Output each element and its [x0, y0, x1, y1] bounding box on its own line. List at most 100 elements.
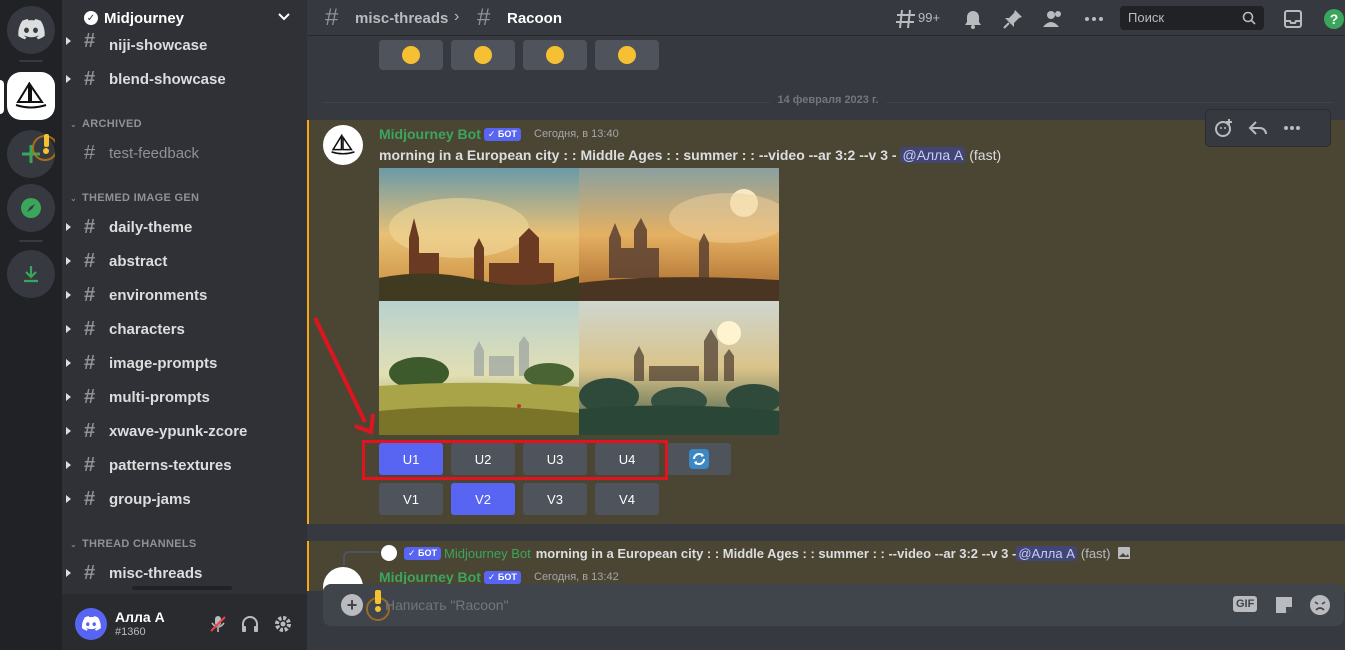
generated-image-4[interactable] [579, 301, 779, 435]
channel-patterns-textures[interactable]: # patterns-textures [62, 450, 307, 480]
reply-icon[interactable] [1248, 118, 1268, 138]
category-thread-channels[interactable]: ⌄ THREAD CHANNELS [70, 538, 197, 550]
variation-button-v3[interactable]: V3 [523, 483, 587, 515]
channel-image-prompts[interactable]: # image-prompts [62, 348, 307, 378]
channel-sidebar: ✓ Midjourney # niji-showcase # blend-sho… [62, 0, 307, 650]
user-mention[interactable]: @Алла А [900, 147, 966, 163]
message-input-placeholder[interactable]: Написать "Racoon" [385, 597, 509, 613]
download-apps-button[interactable] [7, 250, 55, 298]
heart-eyes-face-icon [618, 46, 636, 64]
pin-icon[interactable] [1002, 8, 1024, 30]
channel-label: environments [109, 287, 208, 304]
message-composer[interactable]: + Написать "Racoon" GIF [323, 584, 1344, 626]
thread-bullet-icon [66, 393, 71, 401]
hash-icon: # [84, 284, 96, 306]
channel-group-jams[interactable]: # group-jams [62, 484, 307, 514]
plus-icon [22, 134, 55, 163]
variation-button-v4[interactable]: V4 [595, 483, 659, 515]
generated-image-1[interactable] [379, 168, 579, 301]
user-mention[interactable]: @Алла А [1016, 545, 1077, 561]
channel-characters[interactable]: # characters [62, 314, 307, 344]
sticker-icon[interactable] [1273, 594, 1295, 616]
reply-preview[interactable]: ✓ БОТ Midjourney Bot morning in a Europe… [381, 545, 1131, 561]
reaction-button[interactable] [595, 40, 659, 70]
gear-icon[interactable] [273, 614, 293, 634]
threads-icon[interactable] [895, 8, 917, 30]
thread-bullet-icon [66, 291, 71, 299]
channel-label: blend-showcase [109, 71, 226, 88]
emoji-icon[interactable] [1309, 594, 1331, 616]
attach-plus-button[interactable]: + [341, 594, 363, 616]
reaction-button[interactable] [379, 40, 443, 70]
channel-abstract[interactable]: # abstract [62, 246, 307, 276]
generated-image-3[interactable] [379, 301, 579, 435]
channel-test-feedback[interactable]: # test-feedback [62, 138, 307, 168]
annotation-arrow-icon [313, 317, 375, 435]
hash-icon: # [84, 142, 96, 164]
image-grid[interactable] [379, 168, 779, 435]
verified-icon: ✓ [84, 11, 98, 25]
category-label: THREAD CHANNELS [82, 538, 197, 550]
headphones-icon[interactable] [240, 614, 260, 634]
variation-button-v2[interactable]: V2 [451, 483, 515, 515]
avatar[interactable] [75, 608, 107, 640]
search-placeholder: Поиск [1128, 10, 1165, 25]
channel-label: group-jams [109, 491, 191, 508]
bot-message: Midjourney Bot ✓ БОТ Сегодня, в 13:40 mor… [307, 110, 1345, 524]
avatar[interactable] [323, 125, 363, 165]
reroll-button[interactable] [667, 443, 731, 475]
channel-misc-threads[interactable]: # misc-threads [62, 558, 307, 588]
channel-label: image-prompts [109, 355, 218, 372]
help-icon[interactable]: ? [1323, 8, 1345, 30]
inbox-icon[interactable] [1282, 8, 1304, 30]
message-author[interactable]: Midjourney Bot ✓ БОТ [379, 126, 521, 142]
thread-bullet-icon [66, 75, 71, 83]
username: Алла А [115, 609, 165, 625]
category-archived[interactable]: ⌄ ARCHIVED [70, 118, 142, 130]
thread-bullet-icon [66, 325, 71, 333]
search-input[interactable]: Поиск [1120, 6, 1264, 30]
gif-button[interactable]: GIF [1233, 596, 1258, 612]
hash-icon: # [84, 250, 96, 272]
members-icon[interactable] [1042, 8, 1064, 30]
reaction-button[interactable] [451, 40, 515, 70]
add-reaction-icon[interactable] [1214, 118, 1234, 138]
midjourney-boat-icon [15, 82, 47, 109]
channel-multi-prompts[interactable]: # multi-prompts [62, 382, 307, 412]
channel-xwave-ypunk-zcore[interactable]: # xwave-ypunk-zcore [62, 416, 307, 446]
more-options-icon[interactable] [1282, 118, 1302, 138]
reaction-button[interactable] [523, 40, 587, 70]
channel-scrollbar[interactable] [132, 586, 232, 590]
variation-button-v1[interactable]: V1 [379, 483, 443, 515]
svg-text:?: ? [1330, 11, 1339, 27]
hash-icon: # [84, 386, 96, 408]
discord-home-button[interactable] [7, 6, 55, 54]
channel-environments[interactable]: # environments [62, 280, 307, 310]
bell-icon[interactable] [962, 8, 984, 30]
category-label: ARCHIVED [82, 118, 142, 130]
author-name[interactable]: Midjourney Bot [379, 569, 481, 585]
muted-mic-icon[interactable] [208, 614, 228, 634]
explore-servers-button[interactable] [7, 184, 55, 232]
add-server-button[interactable] [7, 130, 55, 178]
avatar [381, 545, 397, 561]
channel-blend-showcase[interactable]: # blend-showcase [62, 64, 307, 94]
discord-logo-icon [18, 19, 45, 40]
breadcrumb-parent-channel[interactable]: misc-threads [355, 10, 448, 27]
thread-bullet-icon [66, 37, 71, 45]
bot-badge: ✓ БОТ [404, 546, 442, 560]
more-options-icon[interactable] [1083, 8, 1105, 30]
thread-bullet-icon [66, 495, 71, 503]
message-author[interactable]: Midjourney Bot ✓ БОТ [379, 569, 521, 585]
category-themed-image-gen[interactable]: ⌄ THEMED IMAGE GEN [70, 192, 199, 204]
midjourney-server-button[interactable] [7, 72, 55, 120]
reply-connector [343, 551, 379, 565]
download-icon [24, 266, 38, 283]
channel-daily-theme[interactable]: # daily-theme [62, 212, 307, 242]
channel-label: abstract [109, 253, 168, 270]
author-name[interactable]: Midjourney Bot [379, 126, 481, 142]
reply-author[interactable]: Midjourney Bot [444, 546, 531, 561]
thread-bullet-icon [66, 223, 71, 231]
generated-image-2[interactable] [579, 168, 779, 301]
channel-niji-showcase[interactable]: # niji-showcase [62, 30, 307, 54]
